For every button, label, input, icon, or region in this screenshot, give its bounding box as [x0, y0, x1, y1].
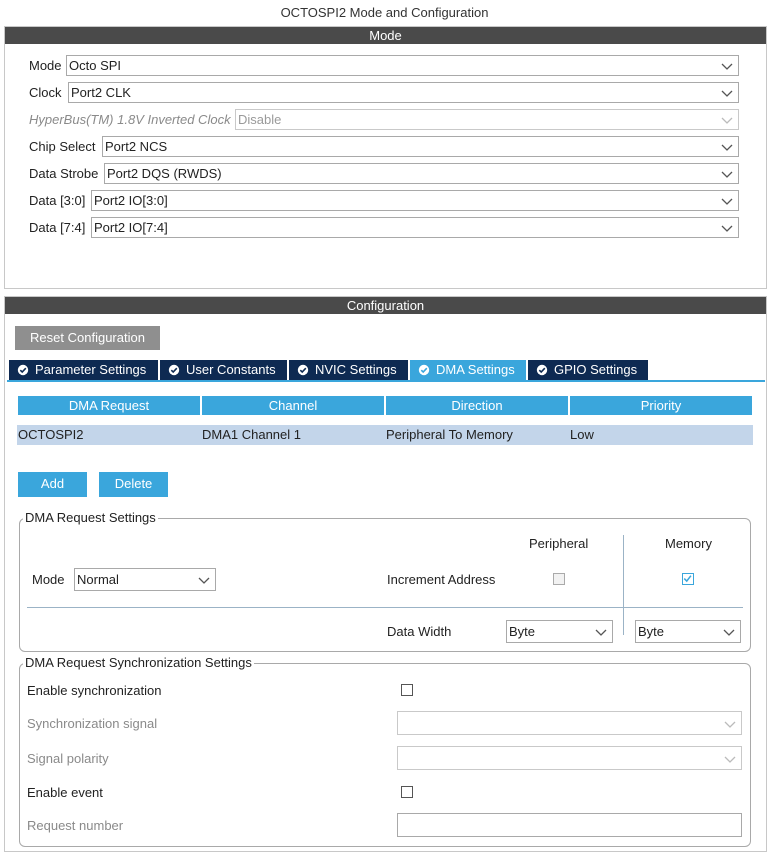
dma-mode-value: Normal: [77, 572, 119, 587]
mode-field-label-data-3-0: Data [3:0]: [29, 193, 86, 208]
memory-data-width-select[interactable]: Byte: [635, 620, 741, 643]
add-button[interactable]: Add: [18, 472, 87, 497]
chevron-down-icon: [721, 171, 733, 178]
reset-configuration-button[interactable]: Reset Configuration: [15, 326, 160, 350]
request-number-input[interactable]: [397, 813, 742, 837]
column-header[interactable]: Direction: [386, 396, 568, 415]
chevron-down-icon: [721, 144, 733, 151]
request-number-label: Request number: [27, 818, 124, 833]
peripheral-column-header: Peripheral: [529, 536, 589, 551]
table-cell: Low: [570, 427, 594, 442]
chevron-down-icon: [721, 198, 733, 205]
peripheral-increment-checkbox[interactable]: [553, 573, 565, 585]
tab-label: Parameter Settings: [35, 362, 147, 377]
mode-field-value: Port2 NCS: [105, 139, 168, 154]
mode-field-value: Port2 IO[7:4]: [94, 220, 168, 235]
column-divider: [623, 535, 624, 635]
check-circle-icon: [418, 364, 430, 376]
check-circle-icon: [17, 364, 29, 376]
chevron-down-icon: [721, 117, 733, 124]
chevron-down-icon: [721, 225, 733, 232]
mode-field-label-mode: Mode: [29, 58, 62, 73]
tab-label: User Constants: [186, 362, 276, 377]
chevron-down-icon: [595, 629, 607, 636]
chevron-down-icon: [721, 90, 733, 97]
checkmark-icon: [683, 575, 692, 583]
mode-field-select-data-strobe[interactable]: Port2 DQS (RWDS): [104, 163, 739, 184]
mode-field-label-chip-select: Chip Select: [29, 139, 96, 154]
dma-mode-select[interactable]: Normal: [74, 568, 216, 591]
enable-synchronization-label: Enable synchronization: [27, 683, 162, 698]
chevron-down-icon: [724, 756, 736, 763]
peripheral-data-width-value: Byte: [509, 624, 536, 639]
mode-field-select-clock[interactable]: Port2 CLK: [68, 82, 739, 103]
mode-field-label-clock: Clock: [29, 85, 62, 100]
mode-field-select-data-7-4[interactable]: Port2 IO[7:4]: [91, 217, 739, 238]
signal-polarity-label: Signal polarity: [27, 751, 109, 766]
mode-field-select-mode[interactable]: Octo SPI: [66, 55, 739, 76]
mode-field-value: Disable: [238, 112, 282, 127]
tab-user-constants[interactable]: User Constants: [160, 360, 287, 380]
check-circle-icon: [168, 364, 180, 376]
mode-field-value: Octo SPI: [69, 58, 122, 73]
mode-field-label-data-7-4: Data [7:4]: [29, 220, 86, 235]
mode-field-value: Port2 IO[3:0]: [94, 193, 168, 208]
chevron-down-icon: [723, 629, 735, 636]
window-title: OCTOSPI2 Mode and Configuration: [280, 5, 489, 20]
chevron-down-icon: [721, 63, 733, 70]
dma-request-settings-legend: DMA Request Settings: [23, 510, 158, 526]
mode-field-select-data-3-0[interactable]: Port2 IO[3:0]: [91, 190, 739, 211]
row-divider: [27, 607, 743, 608]
sync-settings-legend: DMA Request Synchronization Settings: [23, 655, 254, 671]
synchronization-signal-label: Synchronization signal: [27, 716, 158, 731]
chevron-down-icon: [724, 721, 736, 728]
chevron-down-icon: [198, 577, 210, 584]
delete-button[interactable]: Delete: [99, 472, 168, 497]
column-header[interactable]: Priority: [570, 396, 752, 415]
tab-label: DMA Settings: [436, 362, 515, 377]
peripheral-data-width-select[interactable]: Byte: [506, 620, 613, 643]
enable-synchronization-checkbox[interactable]: [401, 684, 413, 696]
column-header[interactable]: Channel: [202, 396, 384, 415]
tab-gpio-settings[interactable]: GPIO Settings: [528, 360, 648, 380]
dma-mode-label: Mode: [32, 572, 65, 587]
mode-field-label-hyperbus-tm-1-8v-inverted-clock: HyperBus(TM) 1.8V Inverted Clock: [29, 112, 231, 127]
tab-parameter-settings[interactable]: Parameter Settings: [9, 360, 158, 380]
tab-label: NVIC Settings: [315, 362, 397, 377]
mode-field-select-hyperbus-tm-1-8v-inverted-clock: Disable: [235, 109, 739, 130]
enable-event-label: Enable event: [27, 785, 103, 800]
mode-section-header: Mode: [5, 27, 766, 44]
memory-increment-checkbox[interactable]: [682, 573, 694, 585]
memory-column-header: Memory: [665, 536, 712, 551]
check-circle-icon: [536, 364, 548, 376]
memory-data-width-value: Byte: [638, 624, 665, 639]
table-cell: Peripheral To Memory: [386, 427, 513, 442]
check-circle-icon: [297, 364, 309, 376]
increment-address-label: Increment Address: [387, 572, 496, 587]
table-cell: OCTOSPI2: [18, 427, 84, 442]
column-header[interactable]: DMA Request: [18, 396, 200, 415]
data-width-label: Data Width: [387, 624, 452, 639]
mode-field-value: Port2 DQS (RWDS): [107, 166, 222, 181]
enable-event-checkbox[interactable]: [401, 786, 413, 798]
table-cell: DMA1 Channel 1: [202, 427, 301, 442]
tab-underline: [7, 380, 765, 382]
signal-polarity-select[interactable]: [397, 746, 742, 770]
configuration-section-header: Configuration: [5, 297, 766, 314]
mode-field-label-data-strobe: Data Strobe: [29, 166, 99, 181]
mode-field-select-chip-select[interactable]: Port2 NCS: [102, 136, 739, 157]
mode-field-value: Port2 CLK: [71, 85, 131, 100]
tab-label: GPIO Settings: [554, 362, 638, 377]
tab-dma-settings[interactable]: DMA Settings: [410, 360, 526, 380]
tab-nvic-settings[interactable]: NVIC Settings: [289, 360, 408, 380]
synchronization-signal-select[interactable]: [397, 711, 742, 735]
